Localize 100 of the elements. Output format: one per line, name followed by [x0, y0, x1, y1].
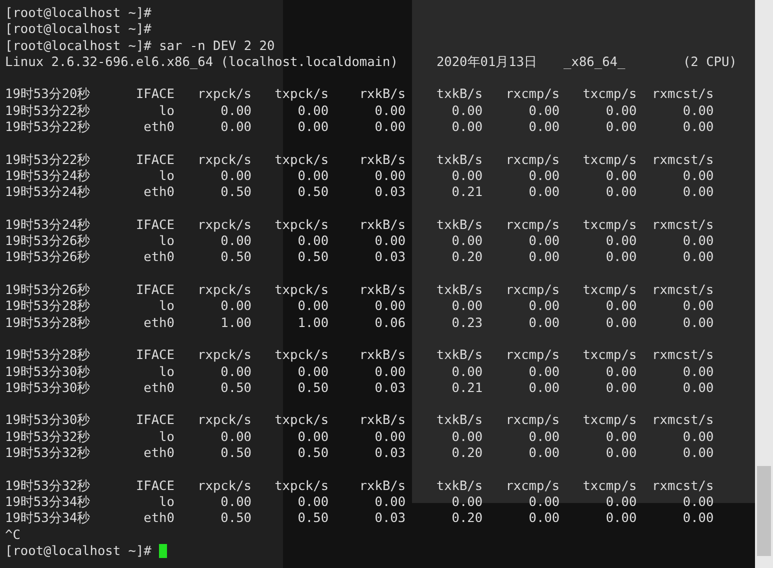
- timestamp: 19时53分30秒: [5, 380, 92, 398]
- terminal-text: [root@localhost ~]# sar -n DEV 2 20: [5, 38, 275, 54]
- table-cell-text: 0.50: [220, 511, 252, 528]
- table-cell-text: 0.00: [528, 120, 560, 136]
- table-cell-text: 0.00: [682, 299, 714, 316]
- table-cell-text: 0.00: [220, 120, 252, 136]
- table-cell-text: 0.50: [296, 185, 329, 202]
- table-cell-text: 0.00: [374, 104, 406, 120]
- column-header: txpck/s: [274, 87, 329, 104]
- table-cell-text: 0.00: [450, 299, 483, 316]
- table-cell-text: 0.00: [528, 380, 560, 398]
- timestamp: 19时53分32秒: [5, 446, 92, 462]
- table-cell-text: lo: [158, 234, 174, 250]
- column-header: txkB/s: [435, 218, 483, 234]
- column-header: txcmp/s: [582, 348, 637, 365]
- table-cell-text: 0.03: [374, 446, 406, 462]
- table-cell-text: lo: [158, 364, 174, 381]
- column-header: txpck/s: [274, 478, 329, 495]
- timestamp: 19时53分22秒: [5, 120, 92, 136]
- column-header: rxcmp/s: [504, 283, 560, 300]
- timestamp: 19时53分28秒: [5, 316, 92, 332]
- table-cell-text: 0.00: [296, 104, 329, 120]
- table-cell-text: 0.00: [450, 120, 483, 136]
- column-header: txkB/s: [435, 413, 483, 430]
- table-cell-text: 0.00: [296, 364, 329, 381]
- terminal-text: ^C: [5, 528, 20, 542]
- timestamp: 19时53分30秒: [5, 413, 92, 430]
- table-cell-text: 0.00: [604, 234, 637, 250]
- column-header: rxpck/s: [196, 413, 252, 430]
- column-header: rxkB/s: [358, 152, 406, 169]
- table-cell-text: 0.00: [296, 430, 329, 446]
- column-header: IFACE: [134, 348, 174, 365]
- table-cell-text: 0.00: [374, 430, 406, 446]
- table-cell-text: 0.23: [450, 316, 483, 332]
- system-info-text: Linux 2.6.32-696.el6.x86_64 (localhost.localdomain): [5, 54, 398, 70]
- column-header: rxcmp/s: [504, 87, 560, 104]
- column-header: rxmcst/s: [651, 87, 714, 104]
- column-header: rxkB/s: [358, 413, 406, 430]
- column-header: txpck/s: [274, 283, 329, 300]
- table-cell-text: 0.00: [220, 299, 252, 316]
- timestamp: 19时53分32秒: [5, 478, 92, 495]
- table-cell-text: 0.50: [296, 380, 329, 398]
- table-cell-text: 0.00: [296, 234, 329, 250]
- system-info-text: 2020年01月13日: [436, 54, 538, 70]
- table-cell-text: eth0: [142, 120, 174, 136]
- table-cell-text: eth0: [142, 185, 174, 202]
- timestamp: 19时53分34秒: [5, 511, 92, 528]
- table-cell-text: 0.00: [604, 104, 637, 120]
- table-cell-text: 0.03: [374, 511, 406, 528]
- table-cell-text: 0.03: [374, 185, 406, 202]
- system-info-text: (2 CPU): [682, 54, 737, 70]
- table-cell-text: 0.50: [220, 250, 252, 267]
- column-header: rxmcst/s: [651, 478, 714, 495]
- column-header: rxpck/s: [196, 87, 252, 104]
- table-cell-text: 0.00: [604, 494, 637, 512]
- table-cell-text: 0.00: [682, 511, 714, 528]
- table-cell-text: 0.00: [450, 494, 483, 512]
- table-cell-text: 0.00: [682, 380, 714, 398]
- column-header: txcmp/s: [582, 152, 637, 169]
- table-cell-text: 0.00: [220, 364, 252, 381]
- table-cell-text: 0.03: [374, 250, 406, 267]
- column-header: txkB/s: [435, 478, 483, 495]
- table-cell-text: 1.00: [296, 316, 329, 332]
- timestamp: 19时53分20秒: [5, 87, 92, 104]
- column-header: txkB/s: [435, 87, 483, 104]
- table-cell-text: 0.00: [604, 446, 637, 462]
- timestamp: 19时53分26秒: [5, 283, 92, 299]
- table-cell-text: 0.50: [220, 380, 252, 398]
- column-header: txpck/s: [274, 413, 329, 430]
- table-cell-text: 0.00: [374, 120, 406, 136]
- table-cell-text: 1.00: [220, 316, 252, 332]
- table-cell-text: 0.00: [604, 299, 637, 316]
- scrollbar-thumb[interactable]: [757, 466, 771, 556]
- table-cell-text: 0.00: [528, 494, 560, 512]
- column-header: rxkB/s: [358, 283, 406, 300]
- column-header: txpck/s: [274, 218, 329, 234]
- table-cell-text: 0.00: [604, 430, 637, 446]
- timestamp: 19时53分30秒: [5, 364, 92, 381]
- table-cell-text: 0.00: [220, 168, 252, 186]
- table-cell-text: lo: [158, 104, 174, 120]
- table-cell-text: eth0: [142, 511, 174, 528]
- table-cell-text: 0.00: [450, 104, 483, 120]
- table-cell-text: 0.00: [604, 511, 637, 528]
- table-cell-text: 0.00: [604, 316, 637, 332]
- column-header: rxpck/s: [196, 348, 252, 365]
- timestamp: 19时53分22秒: [5, 152, 92, 169]
- timestamp: 19时53分26秒: [5, 234, 92, 250]
- table-cell-text: 0.00: [528, 316, 560, 332]
- table-cell-text: 0.00: [528, 250, 560, 267]
- column-header: IFACE: [134, 218, 174, 234]
- table-cell-text: 0.00: [374, 494, 406, 512]
- table-cell-text: 0.00: [528, 104, 560, 120]
- column-header: txpck/s: [274, 152, 329, 169]
- table-cell-text: 0.00: [682, 430, 714, 446]
- timestamp: 19时53分24秒: [5, 185, 92, 202]
- timestamp: 19时53分32秒: [5, 430, 92, 446]
- table-cell-text: eth0: [142, 316, 174, 332]
- table-cell-text: 0.00: [450, 430, 483, 446]
- timestamp: 19时53分24秒: [5, 168, 92, 185]
- column-header: txkB/s: [435, 152, 483, 169]
